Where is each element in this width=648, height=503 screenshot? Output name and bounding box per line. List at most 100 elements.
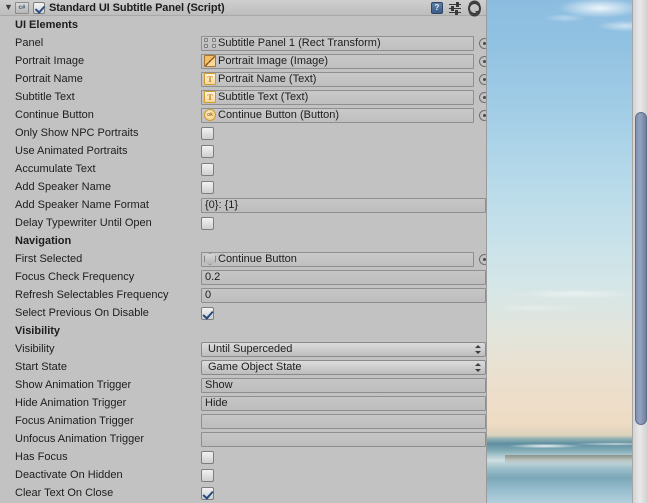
property-checkbox[interactable] — [201, 144, 214, 158]
property-control: Hide — [201, 395, 486, 411]
button-component-icon: ok — [204, 109, 216, 121]
background-wave-foam — [505, 441, 648, 453]
property-checkbox[interactable] — [201, 162, 214, 176]
background-wave-shadow — [505, 455, 648, 464]
property-label: Has Focus — [15, 451, 68, 463]
text-component-icon: T — [204, 91, 216, 103]
section-header: Visibility — [15, 325, 61, 337]
property-label: Panel — [15, 37, 44, 49]
property-label: Clear Text On Close — [15, 487, 114, 499]
property-control: T Subtitle Text (Text) — [201, 89, 486, 105]
preset-icon[interactable] — [449, 1, 461, 15]
object-reference-name: Subtitle Panel 1 (Rect Transform) — [218, 37, 381, 49]
object-picker-icon[interactable] — [479, 253, 486, 265]
section-header: UI Elements — [15, 19, 78, 31]
dropdown-field[interactable]: Game Object State — [201, 359, 486, 375]
csharp-script-icon: c# — [15, 1, 29, 14]
chevron-updown-icon — [474, 344, 482, 355]
foldout-triangle-icon[interactable]: ▼ — [2, 1, 15, 14]
object-reference-name: Subtitle Text (Text) — [218, 91, 309, 103]
inspector-body: UI Elements Panel Subtitle Panel 1 (Rect T… — [0, 16, 486, 502]
property-label: Portrait Image — [15, 55, 85, 67]
object-reference-field[interactable]: Continue Button — [201, 251, 474, 267]
chevron-updown-icon — [474, 362, 482, 373]
object-picker-icon[interactable] — [479, 91, 486, 103]
property-row: Unfocus Animation Trigger — [0, 430, 486, 448]
property-row: Hide Animation Trigger Hide — [0, 394, 486, 412]
property-control — [201, 431, 486, 447]
help-icon[interactable]: ? — [431, 1, 443, 14]
property-row: Panel Subtitle Panel 1 (Rect Transform) — [0, 34, 486, 52]
property-row: First Selected Continue Button — [0, 250, 486, 268]
dropdown-field[interactable]: Until Superceded — [201, 341, 486, 357]
property-control: ok Continue Button (Button) — [201, 107, 486, 123]
inspector-panel: ▼ c# Standard UI Subtitle Panel (Script)… — [0, 0, 487, 503]
object-picker-icon[interactable] — [479, 73, 486, 85]
object-reference-field[interactable]: ok Continue Button (Button) — [201, 107, 474, 123]
property-checkbox[interactable] — [201, 126, 214, 140]
inspector-scrollbar[interactable] — [632, 0, 648, 503]
property-label: Refresh Selectables Frequency — [15, 289, 169, 301]
property-row: Add Speaker Name — [0, 178, 486, 196]
property-control — [201, 486, 486, 500]
dropdown-value: Until Superceded — [208, 343, 293, 355]
property-row: Focus Check Frequency 0.2 — [0, 268, 486, 286]
text-input-field[interactable]: 0 — [201, 287, 486, 303]
property-checkbox[interactable] — [201, 486, 214, 500]
object-reference-field[interactable]: Portrait Image (Image) — [201, 53, 474, 69]
property-control — [201, 180, 486, 194]
object-picker-icon[interactable] — [479, 37, 486, 49]
component-header[interactable]: ▼ c# Standard UI Subtitle Panel (Script)… — [0, 0, 486, 16]
text-input-field[interactable]: 0.2 — [201, 269, 486, 285]
object-picker-icon[interactable] — [479, 55, 486, 67]
property-label: Visibility — [15, 343, 55, 355]
property-label: Select Previous On Disable — [15, 307, 149, 319]
gear-icon[interactable] — [467, 1, 481, 15]
property-control — [201, 126, 486, 140]
property-label: Only Show NPC Portraits — [15, 127, 139, 139]
object-reference-field[interactable]: T Portrait Name (Text) — [201, 71, 474, 87]
property-checkbox[interactable] — [201, 468, 214, 482]
component-enabled-checkbox[interactable] — [33, 1, 45, 14]
property-label: Delay Typewriter Until Open — [15, 217, 152, 229]
property-label: Subtitle Text — [15, 91, 75, 103]
property-checkbox[interactable] — [201, 450, 214, 464]
property-row: Portrait Image Portrait Image (Image) — [0, 52, 486, 70]
property-row: Clear Text On Close — [0, 484, 486, 502]
property-row: Start State Game Object State — [0, 358, 486, 376]
text-input-field[interactable]: {0}: {1} — [201, 197, 486, 213]
property-label: Use Animated Portraits — [15, 145, 128, 157]
property-checkbox[interactable] — [201, 216, 214, 230]
text-component-icon: T — [204, 73, 216, 85]
property-control — [201, 144, 486, 158]
gameobject-cube-icon — [204, 253, 216, 265]
property-row: Visibility Until Superceded — [0, 340, 486, 358]
property-control — [201, 306, 486, 320]
property-row: Deactivate On Hidden — [0, 466, 486, 484]
object-picker-icon[interactable] — [479, 109, 486, 121]
object-reference-name: Portrait Name (Text) — [218, 73, 317, 85]
text-input-field[interactable]: Hide — [201, 395, 486, 411]
property-checkbox[interactable] — [201, 180, 214, 194]
property-label: Portrait Name — [15, 73, 83, 85]
object-reference-field[interactable]: Subtitle Panel 1 (Rect Transform) — [201, 35, 474, 51]
text-input-field[interactable] — [201, 413, 486, 429]
property-label: Add Speaker Name Format — [15, 199, 149, 211]
background-horizon-haze — [505, 280, 648, 320]
property-label: Unfocus Animation Trigger — [15, 433, 145, 445]
property-label: Show Animation Trigger — [15, 379, 132, 391]
property-checkbox[interactable] — [201, 306, 214, 320]
property-label: Focus Check Frequency — [15, 271, 135, 283]
property-control: Portrait Image (Image) — [201, 53, 486, 69]
property-control: Until Superceded — [201, 341, 486, 357]
property-control — [201, 162, 486, 176]
background-clouds — [505, 0, 648, 60]
property-row: Subtitle Text T Subtitle Text (Text) — [0, 88, 486, 106]
property-row: Delay Typewriter Until Open — [0, 214, 486, 232]
text-input-field[interactable] — [201, 431, 486, 447]
scrollbar-thumb[interactable] — [635, 112, 647, 425]
text-input-field[interactable]: Show — [201, 377, 486, 393]
property-label: Start State — [15, 361, 67, 373]
property-row: Continue Button ok Continue Button (Button… — [0, 106, 486, 124]
object-reference-field[interactable]: T Subtitle Text (Text) — [201, 89, 474, 105]
